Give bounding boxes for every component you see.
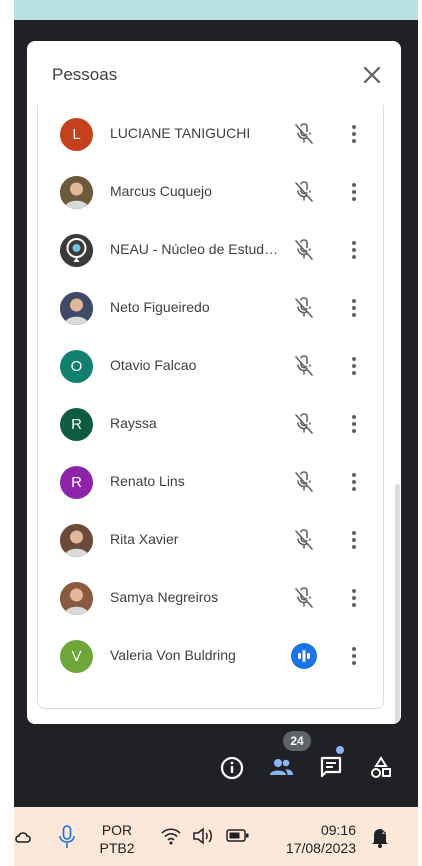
participant-name: Rayssa — [110, 415, 157, 431]
mic-off-icon — [292, 296, 316, 320]
participant-row[interactable]: O Otavio Falcao — [38, 337, 383, 395]
avatar-initial: R — [60, 466, 93, 499]
more-options-button[interactable] — [342, 528, 366, 552]
participant-name: Samya Negreiros — [110, 589, 219, 605]
mic-off-icon — [292, 586, 316, 610]
avatar — [60, 292, 93, 325]
window-top-strip — [14, 0, 418, 20]
participant-name: NEAU - Núcleo de Estudos... — [110, 241, 282, 257]
more-vert-icon — [352, 531, 356, 549]
chat-button[interactable] — [318, 754, 344, 780]
close-button[interactable] — [358, 61, 386, 89]
more-vert-icon — [352, 183, 356, 201]
mic-off-icon — [292, 354, 316, 378]
mic-off-icon — [292, 470, 316, 494]
participant-row[interactable]: R Renato Lins — [38, 453, 383, 511]
more-vert-icon — [352, 125, 356, 143]
svg-text:z: z — [382, 828, 386, 836]
participant-name: Neto Figueiredo — [110, 299, 210, 315]
participant-row[interactable]: NEAU - Núcleo de Estudos... — [38, 221, 383, 279]
participant-name: Marcus Cuquejo — [110, 183, 212, 199]
clock[interactable]: 09:16 17/08/2023 — [270, 821, 356, 857]
participant-row[interactable]: L LUCIANE TANIGUCHI — [38, 105, 383, 163]
more-vert-icon — [352, 473, 356, 491]
more-options-button[interactable] — [342, 412, 366, 436]
activities-button[interactable] — [368, 755, 394, 781]
participant-row[interactable]: V Valeria Von Buldring — [38, 627, 383, 685]
more-options-button[interactable] — [342, 354, 366, 378]
people-count-badge: 24 — [283, 731, 311, 751]
notification-bell-icon[interactable]: z — [369, 825, 391, 849]
language-indicator[interactable]: POR PTB2 — [92, 821, 142, 857]
avatar — [60, 524, 93, 557]
avatar-initial: V — [60, 640, 93, 673]
activities-icon — [371, 756, 391, 778]
more-options-button[interactable] — [342, 644, 366, 668]
microphone-icon[interactable] — [57, 824, 77, 850]
participant-list[interactable]: L LUCIANE TANIGUCHI Marcus Cuquejo NEAU - N… — [37, 105, 384, 709]
avatar — [60, 176, 93, 209]
people-panel: Pessoas L LUCIANE TANIGUCHI Marcus Cuquejo… — [27, 41, 401, 724]
scrollbar-thumb[interactable] — [395, 484, 400, 724]
more-options-button[interactable] — [342, 180, 366, 204]
battery-icon[interactable] — [226, 828, 250, 844]
participant-name: Otavio Falcao — [110, 357, 197, 373]
mic-off-icon — [292, 528, 316, 552]
panel-header: Pessoas — [27, 41, 401, 107]
avatar — [60, 582, 93, 615]
more-options-button[interactable] — [342, 470, 366, 494]
participant-row[interactable]: R Rayssa — [38, 395, 383, 453]
participant-name: Valeria Von Buldring — [110, 647, 236, 663]
close-icon — [363, 66, 381, 84]
more-vert-icon — [352, 589, 356, 607]
speaking-indicator-icon — [291, 643, 317, 669]
participant-row[interactable]: Neto Figueiredo — [38, 279, 383, 337]
participant-row[interactable]: Samya Negreiros — [38, 569, 383, 627]
more-options-button[interactable] — [342, 238, 366, 262]
more-vert-icon — [352, 299, 356, 317]
mic-off-icon — [292, 122, 316, 146]
people-button[interactable] — [268, 754, 294, 780]
more-vert-icon — [352, 357, 356, 375]
more-vert-icon — [352, 647, 356, 665]
avatar-initial: O — [60, 350, 93, 383]
clock-date: 17/08/2023 — [285, 840, 356, 856]
chat-notification-dot — [336, 746, 344, 754]
participant-name: LUCIANE TANIGUCHI — [110, 125, 251, 141]
participant-name: Rita Xavier — [110, 531, 179, 547]
more-options-button[interactable] — [342, 122, 366, 146]
more-options-button[interactable] — [342, 586, 366, 610]
weather-cloud-icon[interactable] — [14, 827, 34, 847]
info-button[interactable] — [219, 755, 245, 781]
mic-off-icon — [292, 238, 316, 262]
language-code: POR — [101, 822, 133, 838]
taskbar: POR PTB2 09:16 17/08/2023 z — [14, 807, 418, 866]
avatar-initial: R — [60, 408, 93, 441]
participant-row[interactable]: Marcus Cuquejo — [38, 163, 383, 221]
more-options-button[interactable] — [342, 296, 366, 320]
people-icon — [270, 759, 293, 775]
wifi-icon[interactable] — [160, 826, 182, 846]
mic-off-icon — [292, 180, 316, 204]
mic-off-icon — [292, 412, 316, 436]
volume-icon[interactable] — [192, 826, 216, 846]
keyboard-layout: PTB2 — [99, 840, 135, 856]
avatar-initial: L — [60, 118, 93, 151]
participant-row[interactable]: Rita Xavier — [38, 511, 383, 569]
more-vert-icon — [352, 241, 356, 259]
info-icon — [220, 756, 244, 780]
chat-icon — [320, 756, 342, 778]
participant-name: Renato Lins — [110, 473, 185, 489]
avatar — [60, 234, 93, 267]
clock-time: 09:16 — [320, 822, 356, 838]
panel-title: Pessoas — [52, 65, 118, 84]
more-vert-icon — [352, 415, 356, 433]
